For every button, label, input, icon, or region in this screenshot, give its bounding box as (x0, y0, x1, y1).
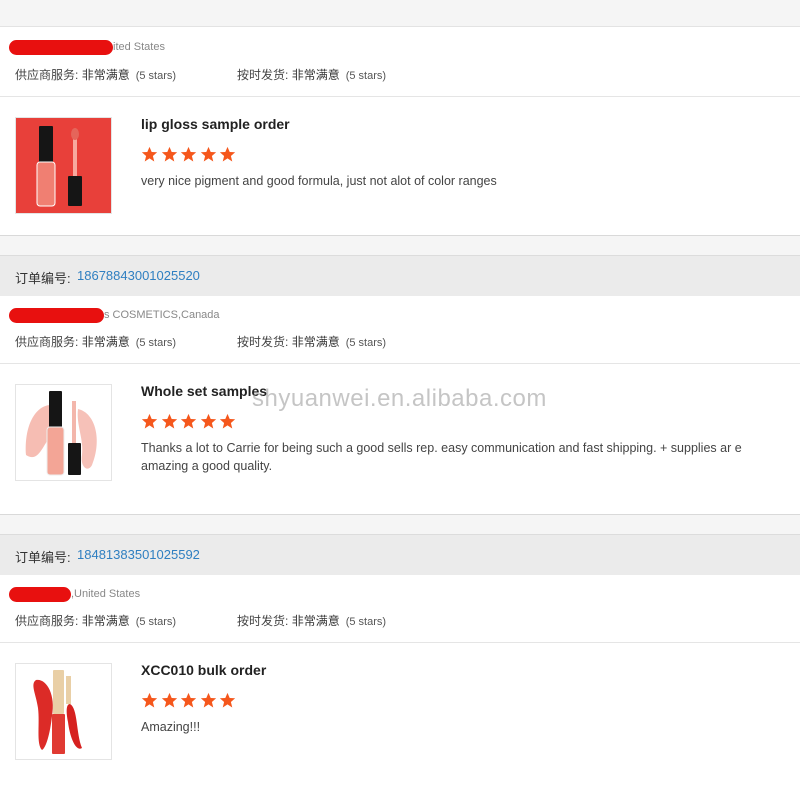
star-icon (200, 146, 216, 162)
star-icon (180, 413, 197, 429)
star-icon (200, 413, 216, 429)
star-rating (141, 146, 239, 163)
lip-gloss-image (16, 664, 111, 759)
section-gap (0, 514, 800, 535)
star-rating (141, 692, 239, 709)
star-icon (219, 146, 236, 162)
star-icon (219, 692, 236, 708)
review-comment: Amazing!!! (141, 720, 201, 734)
star-icon (180, 692, 197, 708)
star-icon (141, 692, 158, 708)
redacted-buyer-name (9, 308, 104, 323)
star-icon (161, 146, 177, 162)
star-rating (141, 413, 239, 430)
product-thumbnail[interactable] (15, 663, 112, 760)
redacted-buyer-name (9, 587, 71, 602)
rating-summary: 供应商服务: 非常满意 (5 stars) 按时发货: 非常满意 (5 stars) (0, 63, 800, 85)
star-icon (141, 413, 158, 429)
on-time-shipping-rating: 按时发货: 非常满意 (5 stars) (237, 614, 387, 628)
redacted-buyer-name (9, 40, 113, 55)
order-number-link[interactable]: 18481383501025592 (77, 547, 200, 562)
on-time-shipping-rating: 按时发货: 非常满意 (5 stars) (237, 335, 387, 349)
rating-summary: 供应商服务: 非常满意 (5 stars) 按时发货: 非常满意 (5 stars) (0, 330, 800, 352)
star-icon (219, 413, 236, 429)
review-comment: very nice pigment and good formula, just… (141, 174, 497, 188)
star-icon (180, 146, 197, 162)
supplier-service-rating: 供应商服务: 非常满意 (5 stars) (15, 335, 177, 349)
supplier-service-rating: 供应商服务: 非常满意 (5 stars) (15, 614, 177, 628)
order-header: 订单编号: 18678843001025520 (0, 255, 800, 296)
order-number-label: 订单编号: (15, 550, 71, 565)
product-title[interactable]: lip gloss sample order (141, 116, 290, 132)
divider (0, 96, 800, 97)
product-title[interactable]: XCC010 bulk order (141, 662, 266, 678)
buyer-location: s COSMETICS,Canada (104, 309, 220, 321)
star-icon (161, 413, 177, 429)
star-icon (161, 692, 177, 708)
section-gap (0, 0, 800, 27)
supplier-service-rating: 供应商服务: 非常满意 (5 stars) (15, 68, 177, 82)
star-icon (141, 146, 158, 162)
review-comment: Thanks a lot to Carrie for being such a … (141, 441, 742, 473)
lip-gloss-image (16, 118, 111, 213)
rating-summary: 供应商服务: 非常满意 (5 stars) 按时发货: 非常满意 (5 stars) (0, 609, 800, 631)
order-number-link[interactable]: 18678843001025520 (77, 268, 200, 283)
star-icon (200, 692, 216, 708)
watermark: shyuanwei.en.alibaba.com (252, 385, 547, 412)
product-thumbnail[interactable] (15, 117, 112, 214)
lip-gloss-image (16, 385, 111, 480)
buyer-info: ited States (0, 38, 800, 58)
product-title[interactable]: Whole set samples (141, 383, 267, 399)
buyer-info: s COSMETICS,Canada (0, 306, 800, 326)
order-number-label: 订单编号: (15, 271, 71, 286)
product-thumbnail[interactable] (15, 384, 112, 481)
buyer-location: ited States (113, 41, 165, 53)
buyer-location: ,United States (71, 588, 141, 600)
buyer-info: ,United States (0, 585, 800, 605)
divider (0, 642, 800, 643)
section-gap (0, 235, 800, 256)
on-time-shipping-rating: 按时发货: 非常满意 (5 stars) (237, 68, 387, 82)
divider (0, 363, 800, 364)
order-header: 订单编号: 18481383501025592 (0, 534, 800, 575)
